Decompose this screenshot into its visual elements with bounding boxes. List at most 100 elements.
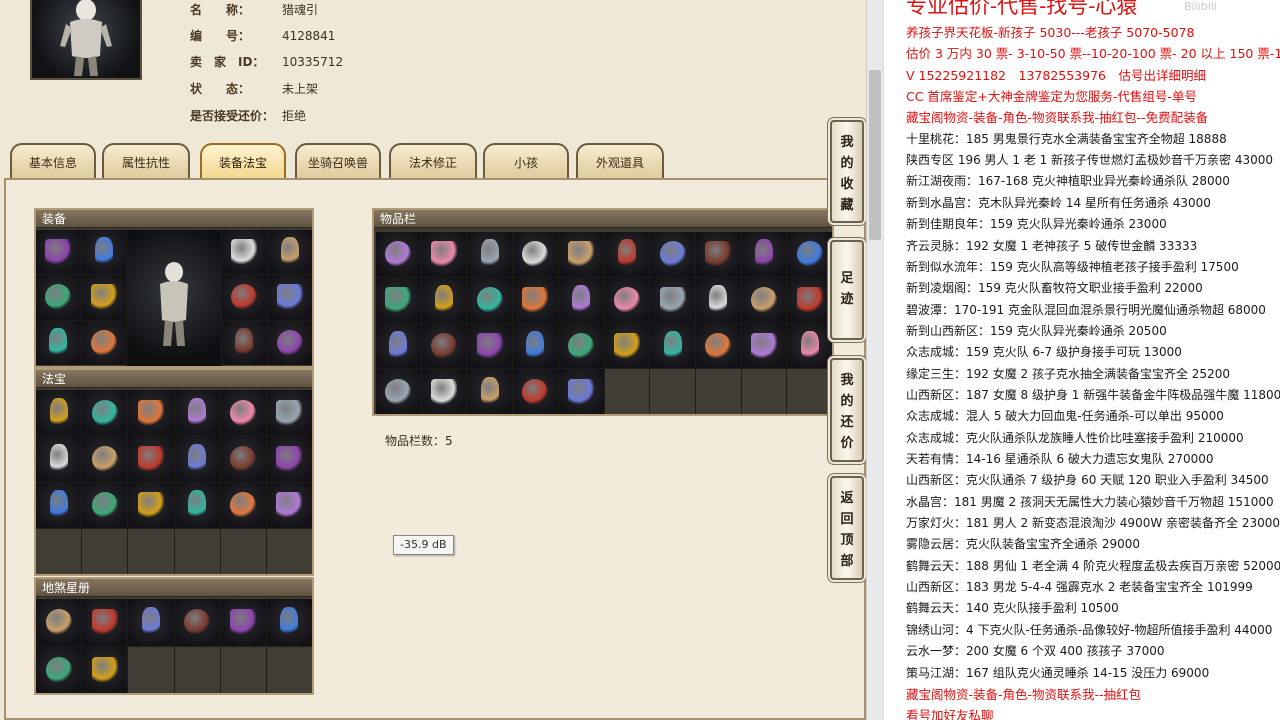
my-favorites-button[interactable]: 我 的 收 藏 bbox=[830, 120, 864, 223]
empty-slot[interactable] bbox=[220, 528, 266, 574]
item-slot[interactable] bbox=[128, 436, 174, 482]
tab-children[interactable]: 小孩 bbox=[483, 143, 569, 181]
tab-appearance[interactable]: 外观道具 bbox=[576, 143, 664, 181]
item-slot[interactable] bbox=[787, 277, 832, 323]
empty-slot[interactable] bbox=[82, 528, 128, 574]
empty-slot[interactable] bbox=[174, 528, 220, 574]
item-slot[interactable] bbox=[36, 436, 82, 482]
item-slot[interactable] bbox=[421, 232, 467, 277]
item-slot[interactable] bbox=[650, 277, 695, 323]
item-slot[interactable] bbox=[513, 369, 558, 414]
item-slot[interactable] bbox=[82, 646, 128, 693]
item-slot[interactable] bbox=[376, 232, 421, 277]
empty-slot[interactable] bbox=[604, 369, 650, 414]
item-slot[interactable] bbox=[220, 482, 266, 528]
item-slot[interactable] bbox=[174, 599, 220, 646]
item-slot[interactable] bbox=[222, 320, 267, 365]
my-offers-button[interactable]: 我 的 还 价 bbox=[830, 358, 864, 462]
item-slot[interactable] bbox=[36, 230, 81, 275]
item-slot[interactable] bbox=[174, 390, 220, 436]
item-slot[interactable] bbox=[695, 323, 741, 369]
item-slot[interactable] bbox=[128, 599, 174, 646]
item-slot[interactable] bbox=[266, 436, 312, 482]
item-slot[interactable] bbox=[513, 323, 558, 369]
item-slot[interactable] bbox=[128, 482, 174, 528]
item-slot[interactable] bbox=[558, 277, 604, 323]
item-slot[interactable] bbox=[376, 323, 421, 369]
item-slot[interactable] bbox=[695, 277, 741, 323]
item-slot[interactable] bbox=[467, 277, 513, 323]
item-slot[interactable] bbox=[376, 369, 421, 414]
item-slot[interactable] bbox=[267, 230, 312, 275]
tab-attributes[interactable]: 属性抗性 bbox=[102, 143, 190, 181]
empty-slot[interactable] bbox=[787, 369, 832, 414]
item-slot[interactable] bbox=[267, 275, 312, 320]
item-slot[interactable] bbox=[467, 232, 513, 277]
page-scrollbar[interactable] bbox=[866, 0, 883, 720]
item-slot[interactable] bbox=[604, 323, 650, 369]
item-slot[interactable] bbox=[81, 320, 126, 365]
item-slot[interactable] bbox=[36, 599, 82, 646]
item-slot[interactable] bbox=[82, 436, 128, 482]
item-slot[interactable] bbox=[36, 320, 81, 365]
item-slot[interactable] bbox=[81, 275, 126, 320]
item-slot[interactable] bbox=[787, 323, 832, 369]
empty-slot[interactable] bbox=[128, 528, 174, 574]
item-slot[interactable] bbox=[513, 232, 558, 277]
item-slot[interactable] bbox=[128, 390, 174, 436]
tab-spells[interactable]: 法术修正 bbox=[389, 143, 477, 181]
empty-slot[interactable] bbox=[650, 369, 695, 414]
item-slot[interactable] bbox=[467, 323, 513, 369]
empty-slot[interactable] bbox=[695, 369, 741, 414]
item-slot[interactable] bbox=[222, 230, 267, 275]
item-slot[interactable] bbox=[376, 277, 421, 323]
item-slot[interactable] bbox=[467, 369, 513, 414]
empty-slot[interactable] bbox=[220, 646, 266, 693]
item-slot[interactable] bbox=[266, 390, 312, 436]
item-slot[interactable] bbox=[267, 320, 312, 365]
item-slot[interactable] bbox=[36, 646, 82, 693]
item-slot[interactable] bbox=[36, 275, 81, 320]
item-slot[interactable] bbox=[421, 323, 467, 369]
empty-slot[interactable] bbox=[128, 646, 174, 693]
item-slot[interactable] bbox=[558, 369, 604, 414]
item-slot[interactable] bbox=[174, 436, 220, 482]
item-slot[interactable] bbox=[604, 232, 650, 277]
item-slot[interactable] bbox=[82, 390, 128, 436]
item-slot[interactable] bbox=[513, 277, 558, 323]
footprints-button[interactable]: 足 迹 bbox=[830, 240, 864, 340]
back-to-top-button[interactable]: 返 回 顶 部 bbox=[830, 476, 864, 580]
item-slot[interactable] bbox=[421, 369, 467, 414]
item-slot[interactable] bbox=[558, 232, 604, 277]
item-slot[interactable] bbox=[36, 390, 82, 436]
item-slot[interactable] bbox=[36, 482, 82, 528]
empty-slot[interactable] bbox=[174, 646, 220, 693]
scrollbar-thumb[interactable] bbox=[869, 70, 881, 240]
empty-slot[interactable] bbox=[36, 528, 82, 574]
item-slot[interactable] bbox=[82, 482, 128, 528]
item-slot[interactable] bbox=[741, 277, 787, 323]
item-slot[interactable] bbox=[421, 277, 467, 323]
item-slot[interactable] bbox=[222, 275, 267, 320]
item-slot[interactable] bbox=[266, 482, 312, 528]
tab-equipment[interactable]: 装备法宝 bbox=[200, 143, 286, 181]
tab-mounts-pets[interactable]: 坐骑召唤兽 bbox=[295, 143, 381, 181]
tab-basic-info[interactable]: 基本信息 bbox=[10, 143, 96, 181]
item-slot[interactable] bbox=[220, 390, 266, 436]
item-slot[interactable] bbox=[695, 232, 741, 277]
item-slot[interactable] bbox=[741, 323, 787, 369]
empty-slot[interactable] bbox=[266, 646, 312, 693]
item-slot[interactable] bbox=[82, 599, 128, 646]
item-slot[interactable] bbox=[787, 232, 832, 277]
empty-slot[interactable] bbox=[741, 369, 787, 414]
item-slot[interactable] bbox=[604, 277, 650, 323]
item-slot[interactable] bbox=[174, 482, 220, 528]
item-slot[interactable] bbox=[220, 599, 266, 646]
item-slot[interactable] bbox=[266, 599, 312, 646]
empty-slot[interactable] bbox=[266, 528, 312, 574]
item-slot[interactable] bbox=[741, 232, 787, 277]
item-slot[interactable] bbox=[558, 323, 604, 369]
item-slot[interactable] bbox=[650, 323, 695, 369]
item-slot[interactable] bbox=[81, 230, 126, 275]
item-slot[interactable] bbox=[220, 436, 266, 482]
